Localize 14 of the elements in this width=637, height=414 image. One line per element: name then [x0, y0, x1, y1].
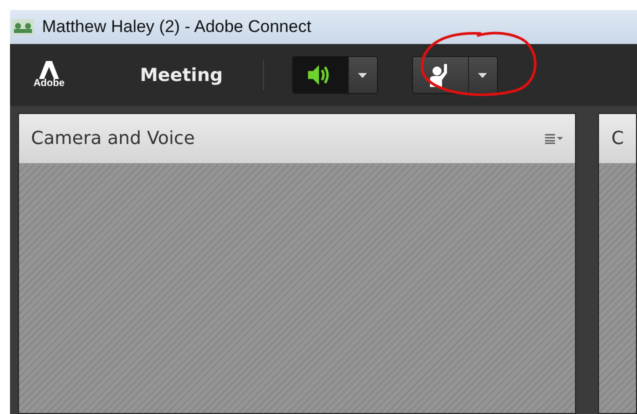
- dropdown-button[interactable]: [468, 57, 497, 93]
- raise-hand-button[interactable]: [412, 57, 469, 93]
- pod-title: C: [611, 127, 624, 151]
- caret-icon: [358, 72, 368, 78]
- speaker-button[interactable]: [292, 57, 349, 93]
- pod-menu-icon[interactable]: [545, 134, 564, 144]
- logo-icon: [39, 61, 59, 79]
- pod-title: Camera and Voice: [31, 127, 196, 151]
- logo-text: Adobe: [33, 79, 65, 89]
- caret-icon: [478, 72, 488, 78]
- meeting-menu[interactable]: Meeting: [140, 62, 223, 88]
- dropdown-button[interactable]: [348, 57, 377, 93]
- window-title: Matthew Haley (2) - Adobe Connect: [42, 16, 312, 38]
- app-icon: [12, 19, 34, 35]
